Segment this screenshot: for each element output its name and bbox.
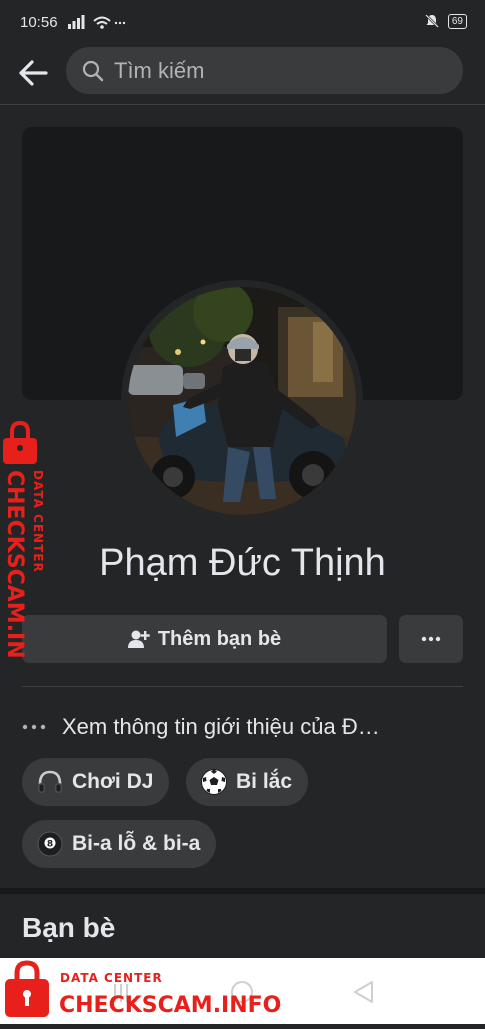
interest-label: Chơi DJ (72, 770, 154, 793)
watermark-lock-icon (5, 960, 49, 1017)
watermark-bottom-small: DATA CENTER (60, 971, 163, 985)
back-button[interactable] (14, 54, 52, 92)
add-friend-button[interactable]: Thêm bạn bè (22, 615, 387, 663)
section-separator (0, 888, 485, 894)
watermark-side: CHECKSCAM.INFO DATA CENTER (0, 420, 54, 692)
watermark-lock-icon (3, 420, 37, 464)
soccer-ball-icon (200, 768, 228, 796)
search-icon (82, 60, 104, 81)
section-divider (22, 686, 463, 687)
nav-back-icon[interactable] (354, 981, 373, 1003)
back-arrow-icon (19, 60, 48, 86)
status-right: 69 (424, 13, 467, 29)
watermark-bottom: DATA CENTER CHECKSCAM.INFO (0, 958, 300, 1024)
more-options-button[interactable] (399, 615, 463, 663)
watermark-side-small: DATA CENTER (31, 470, 45, 573)
mute-bell-icon (424, 14, 439, 28)
top-divider (0, 104, 485, 105)
headphones-icon (36, 768, 64, 796)
top-bar: Tìm kiếm (0, 44, 485, 104)
more-dots-icon (421, 636, 441, 642)
watermark-side-big: CHECKSCAM.INFO (2, 470, 27, 660)
battery-indicator: 69 (447, 13, 467, 29)
signal-wifi-icon (68, 15, 126, 29)
interest-chip-billiards[interactable]: 8 Bi-a lỗ & bi-a (22, 820, 217, 868)
more-dots-icon (22, 724, 46, 730)
see-intro-row[interactable]: Xem thông tin giới thiệu của Đ… (22, 709, 463, 745)
status-icons (68, 13, 128, 36)
see-intro-text: Xem thông tin giới thiệu của Đ… (62, 714, 380, 739)
interest-label: Bi-a lỗ & bi-a (72, 832, 201, 855)
status-bar: 10:56 69 (0, 0, 485, 44)
interest-chip-foosball[interactable]: Bi lắc (186, 758, 309, 806)
interest-label: Bi lắc (236, 770, 293, 793)
friends-section-title: Bạn bè (22, 912, 116, 943)
profile-name: Phạm Đức Thịnh (99, 542, 386, 584)
search-placeholder: Tìm kiếm (114, 57, 205, 83)
svg-text:8: 8 (47, 840, 53, 850)
billiard-8-ball-icon: 8 (36, 830, 64, 858)
status-time: 10:56 (20, 14, 58, 31)
profile-photo-image (128, 287, 356, 515)
add-friend-label: Thêm bạn bè (157, 627, 282, 650)
add-friend-icon (127, 630, 150, 648)
watermark-bottom-big: CHECKSCAM.INFO (59, 993, 281, 1018)
search-input[interactable]: Tìm kiếm (66, 47, 463, 94)
profile-avatar[interactable] (128, 287, 356, 515)
interest-chip-dj[interactable]: Chơi DJ (22, 758, 170, 806)
